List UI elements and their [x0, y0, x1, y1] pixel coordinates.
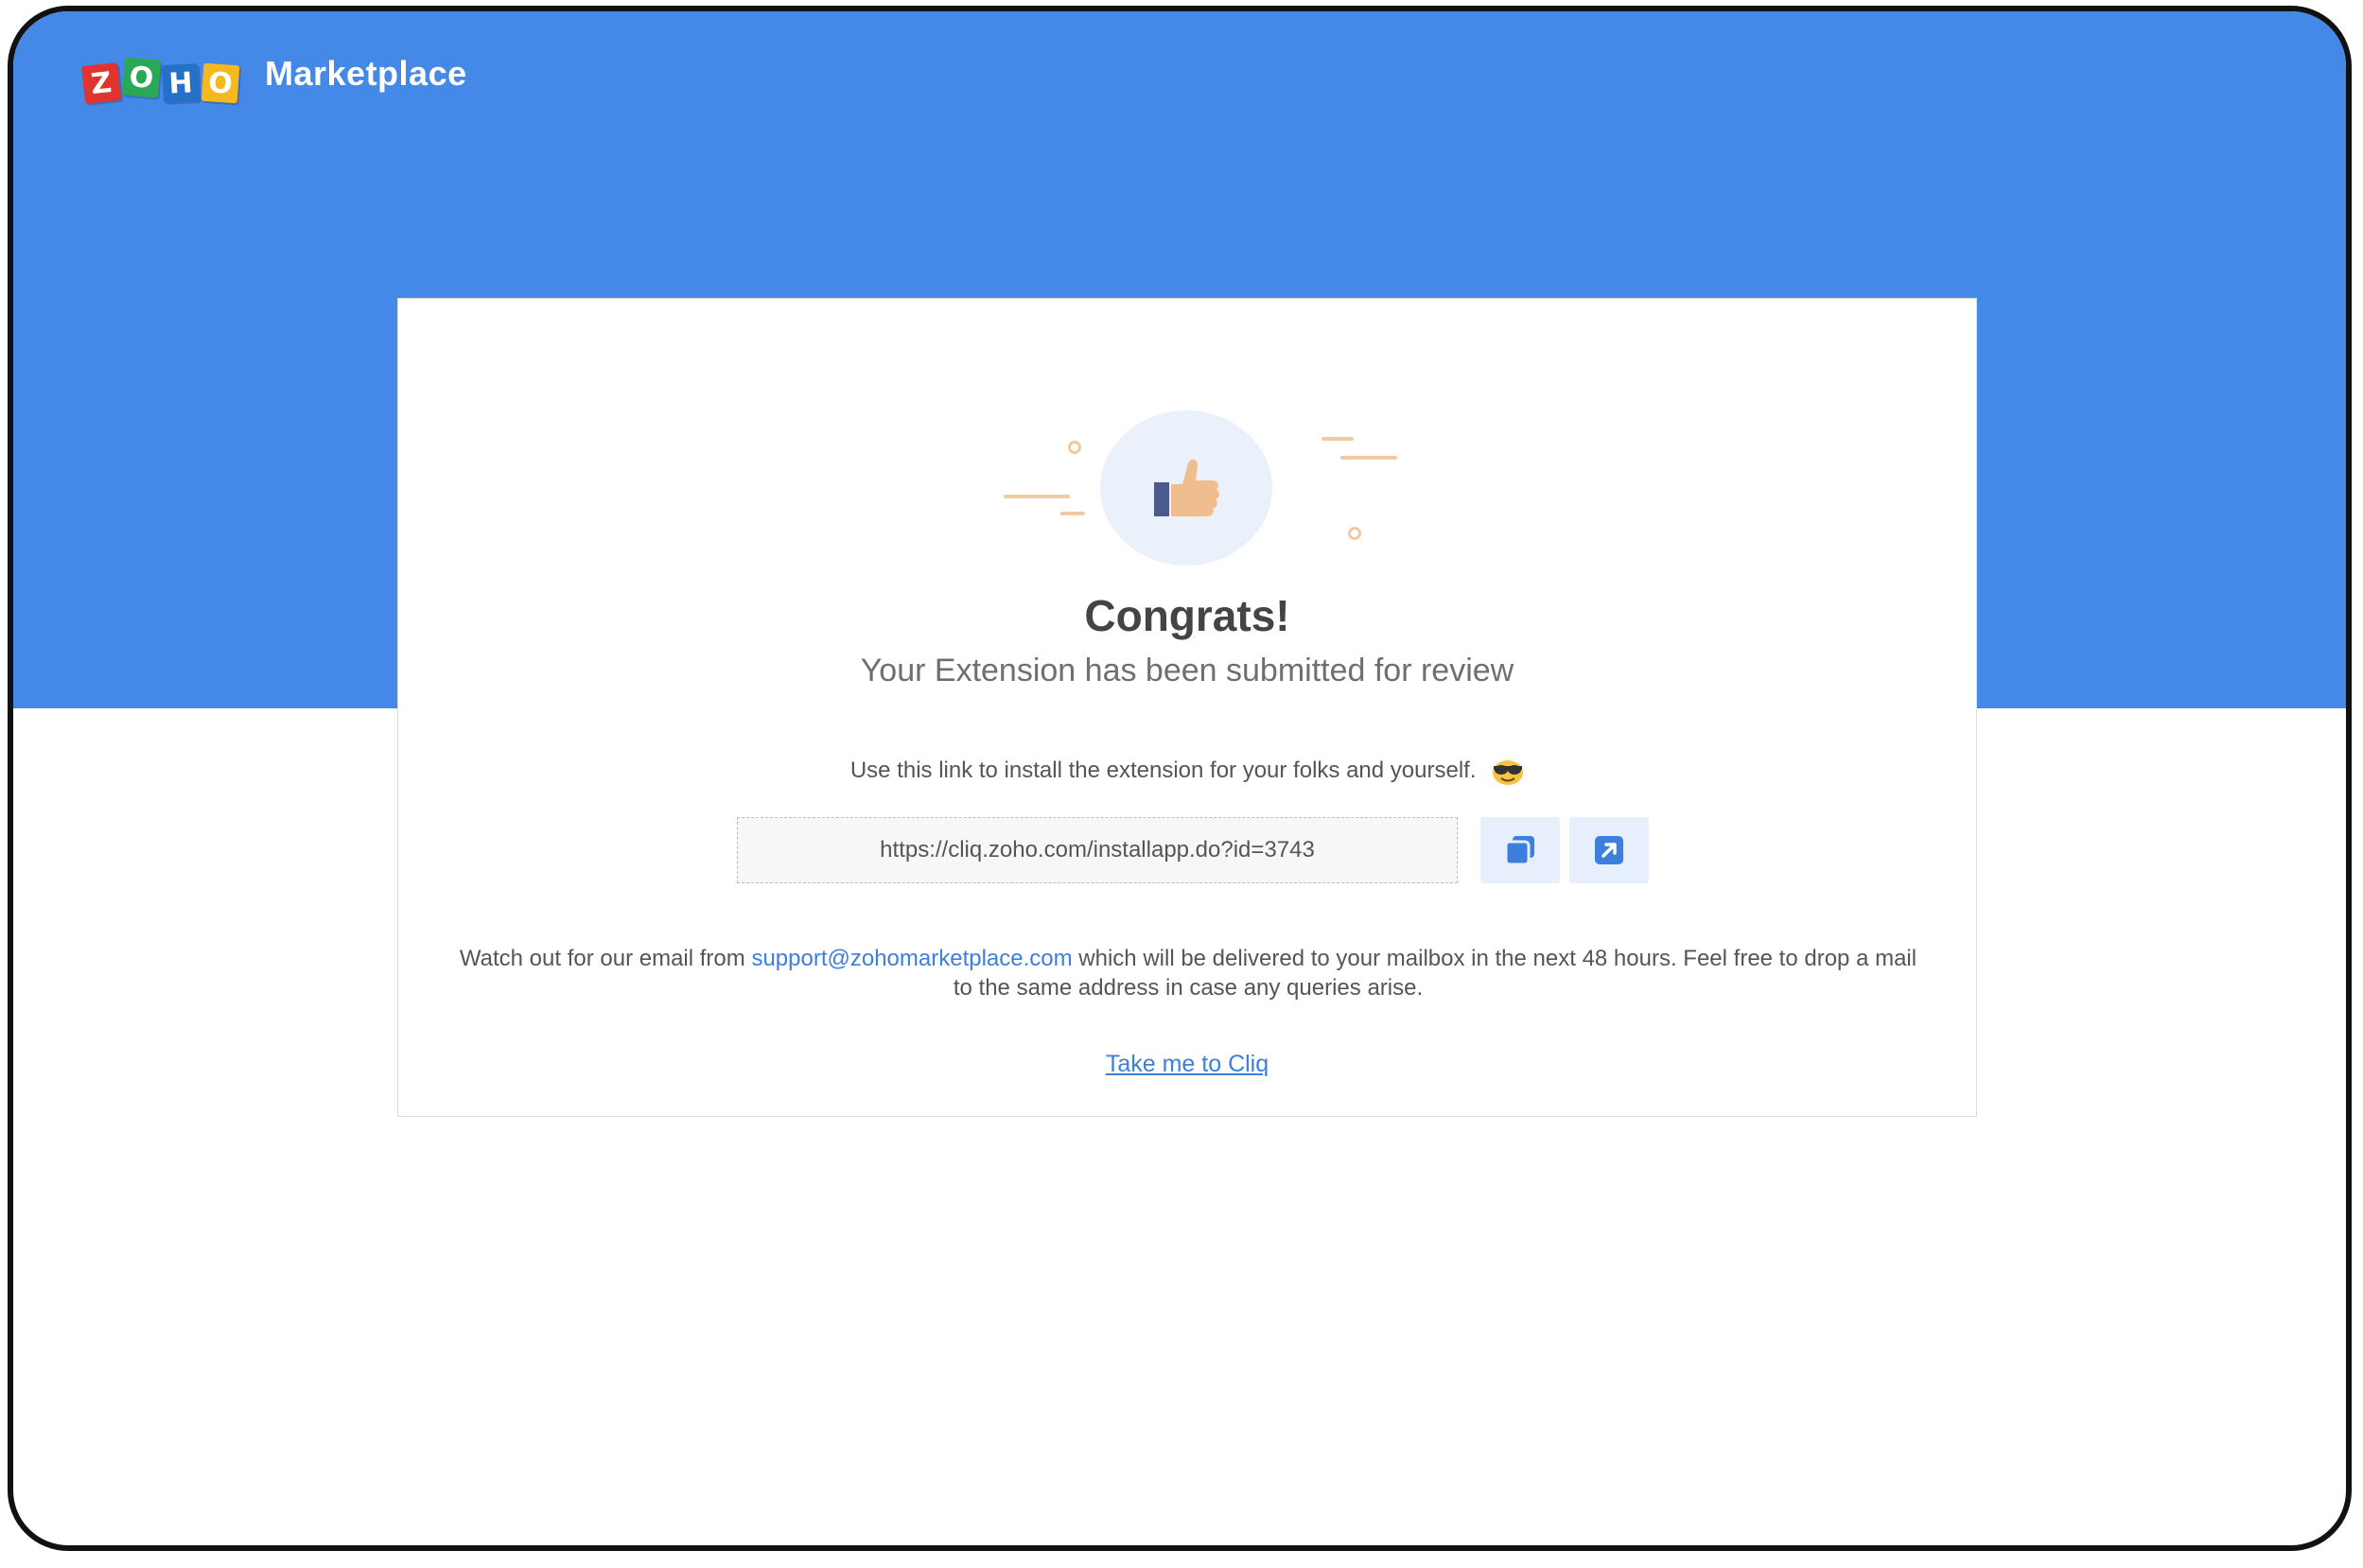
email-note: Watch out for our email from support@zoh…: [455, 944, 1921, 1002]
decor-line: [1322, 437, 1354, 441]
install-hint: Use this link to install the extension f…: [398, 758, 1976, 785]
review-subtitle: Your Extension has been submitted for re…: [860, 653, 1514, 688]
logo-letter: H: [161, 63, 201, 103]
note-after: which will be delivered to your mailbox …: [953, 946, 1917, 1001]
take-me-to-cliq-link[interactable]: Take me to Cliq: [1106, 1051, 1269, 1077]
thumbs-circle: [1100, 410, 1272, 566]
external-link-icon: [1595, 836, 1623, 864]
logo-letter: O: [121, 57, 162, 98]
copy-icon: [1504, 836, 1534, 866]
zoho-logo: Z O H O: [81, 45, 242, 104]
brand[interactable]: Z O H O Marketplace: [81, 44, 467, 104]
decor-dot: [1348, 527, 1361, 540]
decor-line: [1340, 456, 1397, 460]
logo-letter: O: [201, 62, 240, 104]
congrats-title: Congrats!: [1084, 591, 1290, 640]
cliq-link-row: Take me to Cliq: [398, 1051, 1976, 1078]
app-window: Z O H O Marketplace Congrats! Your Exten…: [8, 6, 2352, 1551]
decor-line: [1004, 495, 1070, 498]
decor-line: [1060, 512, 1085, 515]
success-card: Congrats! Your Extension has been submit…: [397, 298, 1977, 1117]
logo-letter: Z: [81, 62, 121, 104]
brand-title: Marketplace: [265, 54, 467, 93]
decor-dot: [1068, 441, 1081, 454]
open-link-button[interactable]: [1569, 817, 1649, 883]
thumbs-up-icon: [1154, 459, 1219, 516]
sunglasses-emoji-icon: [1493, 759, 1524, 785]
success-illustration: [398, 299, 1976, 583]
copy-link-button[interactable]: [1480, 817, 1560, 883]
note-before: Watch out for our email from: [459, 946, 745, 971]
install-link-field[interactable]: https://cliq.zoho.com/installapp.do?id=3…: [737, 817, 1458, 883]
support-email-link[interactable]: support@zohomarketplace.com: [751, 946, 1072, 971]
install-hint-text: Use this link to install the extension f…: [849, 758, 1477, 783]
